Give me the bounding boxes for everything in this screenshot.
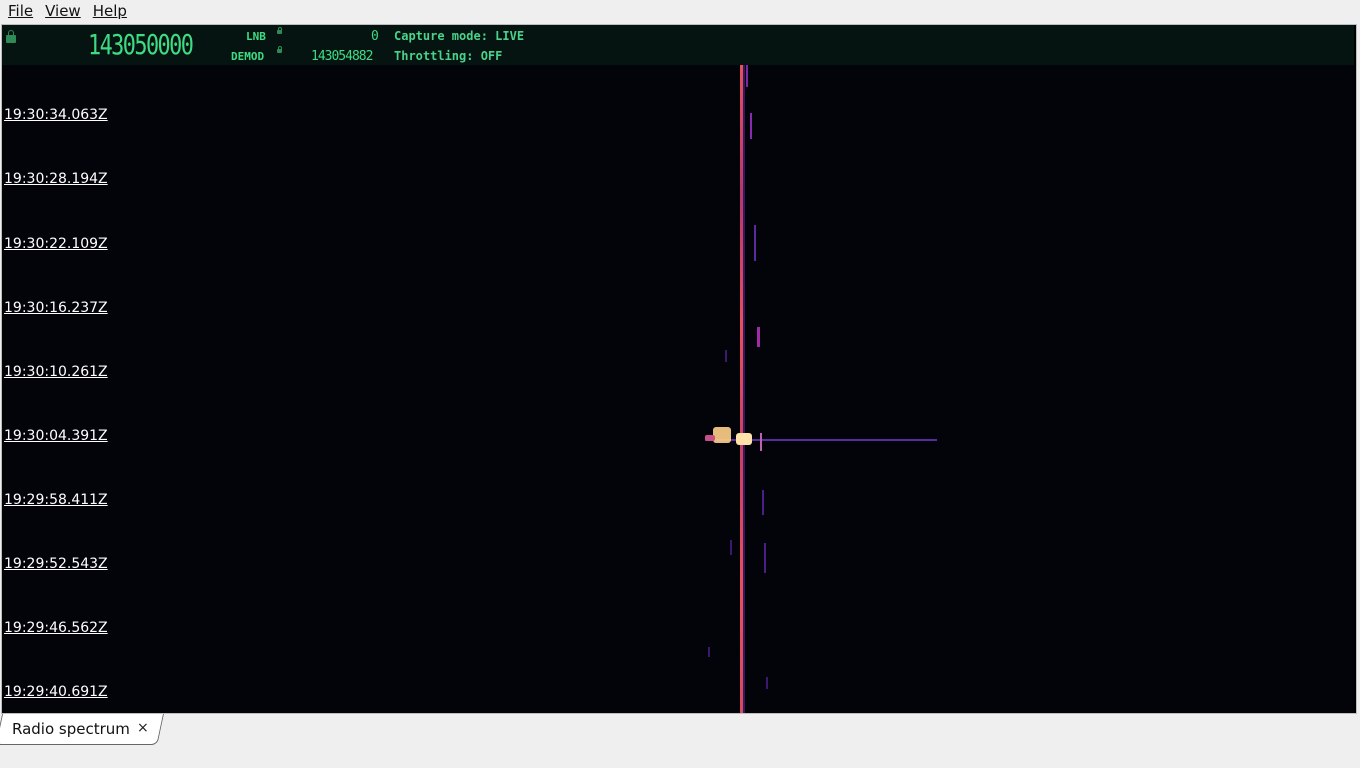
noise-trace xyxy=(762,490,764,515)
main-frequency-display[interactable]: 143050000 xyxy=(88,28,194,61)
carrier-sideband xyxy=(743,65,745,713)
lnb-label: LNB xyxy=(246,30,266,43)
menu-bar: File View Help xyxy=(0,0,1360,22)
menu-file-label: File xyxy=(8,2,34,20)
menu-help-label: Help xyxy=(92,2,127,20)
menu-file[interactable]: File xyxy=(4,0,37,22)
lock-icon[interactable] xyxy=(6,30,16,43)
menu-view[interactable]: View xyxy=(41,0,85,22)
burst-edge xyxy=(705,435,715,441)
lnb-lock-icon[interactable] xyxy=(277,27,282,34)
timestamp-label[interactable]: 19:29:52.543Z xyxy=(4,556,108,572)
timestamp-label[interactable]: 19:30:04.391Z xyxy=(4,428,108,444)
noise-trace xyxy=(746,65,748,87)
timestamp-label[interactable]: 19:29:40.691Z xyxy=(4,684,108,700)
burst-hotspot xyxy=(713,427,731,443)
tab-bar xyxy=(0,714,1360,768)
throttling-status: Throttling: OFF xyxy=(394,49,503,63)
timestamp-label[interactable]: 19:29:58.411Z xyxy=(4,492,108,508)
timestamp-label[interactable]: 19:30:28.194Z xyxy=(4,171,108,187)
frequency-header xyxy=(2,25,1354,65)
close-icon[interactable]: × xyxy=(137,720,149,736)
noise-trace xyxy=(725,350,727,362)
burst-edge xyxy=(760,433,762,451)
tab-radio-spectrum-label[interactable]: Radio spectrum xyxy=(12,720,130,738)
noise-trace xyxy=(730,540,732,555)
noise-trace xyxy=(766,677,768,689)
timestamp-label[interactable]: 19:30:10.261Z xyxy=(4,364,108,380)
lnb-value[interactable]: 0 xyxy=(371,29,379,44)
noise-trace xyxy=(708,647,710,657)
menu-view-label: View xyxy=(45,2,81,20)
noise-trace xyxy=(764,543,766,573)
timestamp-label[interactable]: 19:30:16.237Z xyxy=(4,300,108,316)
demod-value[interactable]: 143054882 xyxy=(311,49,373,64)
demod-label: DEMOD xyxy=(231,50,265,63)
demod-lock-icon[interactable] xyxy=(277,46,282,53)
noise-trace xyxy=(750,113,752,139)
menu-help[interactable]: Help xyxy=(89,0,131,22)
capture-mode-status: Capture mode: LIVE xyxy=(394,29,525,43)
timestamp-label[interactable]: 19:30:22.109Z xyxy=(4,236,108,252)
burst-hotspot xyxy=(736,433,752,445)
waterfall-display[interactable]: 19:30:34.063Z 19:30:28.194Z 19:30:22.109… xyxy=(2,65,1354,713)
timestamp-label[interactable]: 19:30:34.063Z xyxy=(4,107,108,123)
noise-trace xyxy=(757,327,760,347)
timestamp-label[interactable]: 19:29:46.562Z xyxy=(4,620,108,636)
noise-trace xyxy=(754,225,756,261)
